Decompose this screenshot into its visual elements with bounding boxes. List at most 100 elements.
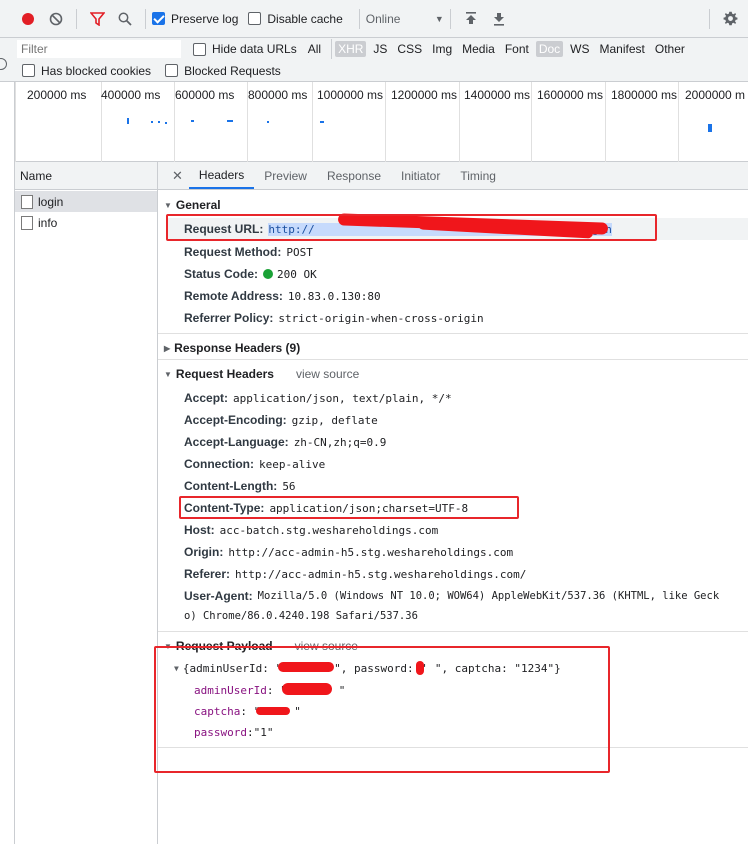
section-divider xyxy=(158,333,748,334)
header-key: Accept-Encoding: xyxy=(184,413,287,427)
name-column-header[interactable]: Name xyxy=(15,162,157,190)
view-source-link[interactable]: view source xyxy=(296,367,359,381)
settings-button[interactable] xyxy=(716,5,744,33)
request-row-login[interactable]: login xyxy=(15,191,157,212)
type-filter-other[interactable]: Other xyxy=(652,41,688,57)
header-value: 10.83.0.130:80 xyxy=(287,289,381,303)
tab-headers[interactable]: Headers xyxy=(188,162,255,189)
gear-icon xyxy=(723,11,737,26)
annotation-highlight-box xyxy=(154,646,610,773)
has-blocked-cookies-checkbox[interactable]: Has blocked cookies xyxy=(22,64,151,78)
general-section-toggle[interactable]: ▼ General xyxy=(164,198,221,212)
header-key: Referrer Policy: xyxy=(184,311,274,325)
collapsed-triangle-icon: ▶ xyxy=(164,343,171,353)
request-name: info xyxy=(38,215,58,230)
import-har-button[interactable] xyxy=(457,5,485,33)
filter-icon xyxy=(89,11,105,26)
blocked-requests-check[interactable] xyxy=(165,64,179,77)
overview-tick-label: 1400000 ms xyxy=(464,88,531,102)
type-filter-manifest[interactable]: Manifest xyxy=(597,41,648,57)
type-filter-all[interactable]: All xyxy=(305,41,324,57)
network-overview[interactable]: 200000 ms 400000 ms 600000 ms 800000 ms … xyxy=(14,82,748,162)
blocked-filter-bar: Has blocked cookies Blocked Requests xyxy=(0,60,748,82)
record-button[interactable] xyxy=(14,5,42,33)
header-value: Mozilla/5.0 (Windows NT 10.0; WOW64) App… xyxy=(257,590,720,602)
network-toolbar: Preserve log Disable cache Online ▼ xyxy=(0,0,748,38)
remote-address-row: Remote Address: 10.83.0.130:80 xyxy=(184,289,381,303)
overview-request-bar xyxy=(158,121,160,123)
annotation-highlight-box xyxy=(166,214,657,241)
overview-tick-label: 2000000 m xyxy=(685,88,746,102)
user-agent-continuation: o) Chrome/86.0.4240.198 Safari/537.36 xyxy=(184,610,418,622)
toolbar-separator xyxy=(76,8,77,29)
header-key: Accept: xyxy=(184,391,229,405)
preserve-log-checkbox[interactable]: Preserve log xyxy=(152,12,238,26)
request-header-row: Content-Length: 56 xyxy=(184,479,296,493)
type-filter-xhr[interactable]: XHR xyxy=(335,41,367,57)
blocked-requests-label: Blocked Requests xyxy=(184,63,281,78)
request-header-row: Accept-Language: zh-CN,zh;q=0.9 xyxy=(184,435,386,449)
type-filter-css[interactable]: CSS xyxy=(394,41,425,57)
overview-request-bar xyxy=(127,118,129,124)
type-filter-js[interactable]: JS xyxy=(370,41,390,57)
status-ok-icon xyxy=(263,269,274,279)
type-filter-media[interactable]: Media xyxy=(459,41,498,57)
preserve-log-check[interactable] xyxy=(152,12,165,25)
export-har-button[interactable] xyxy=(485,5,513,33)
expanded-triangle-icon: ▼ xyxy=(164,200,172,210)
blocked-requests-checkbox[interactable]: Blocked Requests xyxy=(165,64,281,78)
tab-response[interactable]: Response xyxy=(317,162,391,189)
request-headers-section-toggle[interactable]: ▼ Request Headers view source xyxy=(164,367,359,381)
filter-toggle-button[interactable] xyxy=(83,5,111,33)
overview-gridline xyxy=(312,82,313,162)
disable-cache-label: Disable cache xyxy=(267,11,343,26)
header-value: keep-alive xyxy=(259,457,326,471)
request-header-row: User-Agent: Mozilla/5.0 (Windows NT 10.0… xyxy=(184,589,719,603)
overview-tick-label: 800000 ms xyxy=(248,88,308,102)
has-blocked-cookies-check[interactable] xyxy=(22,64,35,77)
response-headers-section-toggle[interactable]: ▶ Response Headers (9) xyxy=(164,341,300,355)
name-column-label: Name xyxy=(20,168,53,183)
toolbar-separator xyxy=(358,8,360,29)
search-button[interactable] xyxy=(111,5,139,33)
header-key: Remote Address: xyxy=(184,289,283,303)
throttling-select[interactable]: Online ▼ xyxy=(366,12,444,26)
header-value: acc-batch.stg.weshareholdings.com xyxy=(219,523,439,537)
general-section-title: General xyxy=(175,198,221,212)
overview-tick-label: 600000 ms xyxy=(175,88,235,102)
header-key: Connection: xyxy=(184,457,254,471)
header-key: Host: xyxy=(184,523,215,537)
request-header-row: Referer: http://acc-admin-h5.stg.weshare… xyxy=(184,567,526,581)
search-icon xyxy=(118,12,132,26)
request-header-row: Connection: keep-alive xyxy=(184,457,325,471)
overview-request-bar xyxy=(227,120,233,122)
header-key: Status Code: xyxy=(184,267,259,281)
upload-icon xyxy=(465,11,476,24)
throttling-value: Online xyxy=(365,11,401,26)
header-value: http://acc-admin-h5.stg.weshareholdings.… xyxy=(235,567,527,581)
hide-data-urls-check[interactable] xyxy=(193,42,206,56)
tab-preview[interactable]: Preview xyxy=(254,162,317,189)
tab-initiator[interactable]: Initiator xyxy=(391,162,450,189)
overview-tick-label: 1800000 ms xyxy=(611,88,678,102)
request-row-info[interactable]: info xyxy=(15,212,157,233)
overview-gridline xyxy=(459,82,460,162)
disable-cache-check[interactable] xyxy=(248,12,262,25)
type-filter-doc[interactable]: Doc xyxy=(535,41,564,57)
header-value: http://acc-admin-h5.stg.weshareholdings.… xyxy=(228,545,514,559)
hide-data-urls-checkbox[interactable]: Hide data URLs xyxy=(193,42,297,56)
type-filter-font[interactable]: Font xyxy=(502,41,532,57)
disable-cache-checkbox[interactable]: Disable cache xyxy=(248,11,343,26)
header-key: Request Method: xyxy=(184,245,282,259)
overview-request-bar xyxy=(267,121,269,123)
filter-bar: Hide data URLs All XHR JS CSS Img Media … xyxy=(0,38,748,60)
dropdown-arrow-icon: ▼ xyxy=(434,13,444,24)
close-details-button[interactable]: ✕ xyxy=(166,162,189,189)
request-name: login xyxy=(38,194,64,209)
type-filter-img[interactable]: Img xyxy=(429,41,455,57)
header-value: 200 OK xyxy=(277,267,317,281)
clear-button[interactable] xyxy=(42,5,70,33)
tab-timing[interactable]: Timing xyxy=(450,162,506,189)
filter-input[interactable] xyxy=(17,40,181,58)
type-filter-ws[interactable]: WS xyxy=(567,41,592,57)
